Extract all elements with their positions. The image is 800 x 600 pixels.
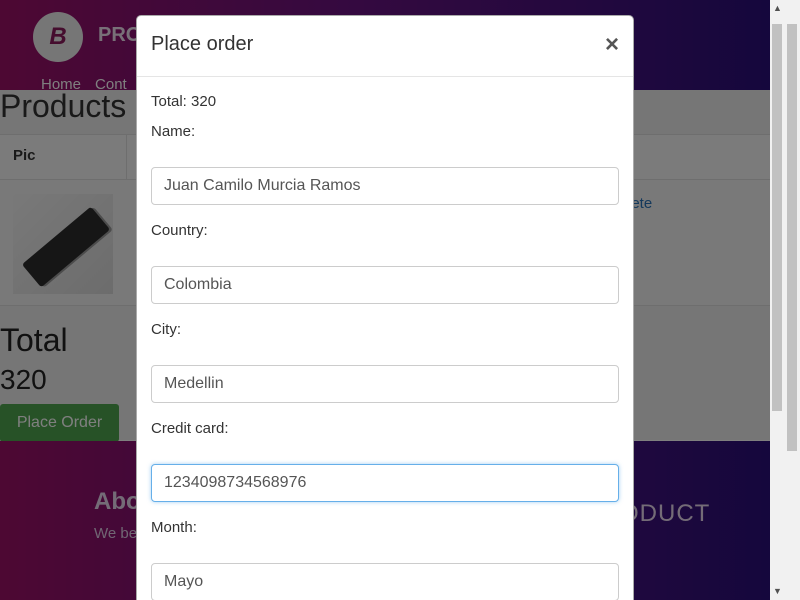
country-label: Country:	[151, 222, 208, 239]
scroll-up-arrow-icon[interactable]: ▲	[770, 0, 785, 17]
city-field[interactable]	[151, 365, 619, 403]
order-total-label: Total: 320	[151, 93, 217, 110]
city-label: City:	[151, 321, 181, 338]
close-icon[interactable]: ×	[605, 30, 619, 60]
name-label: Name:	[151, 123, 196, 140]
scroll-down-arrow-icon[interactable]: ▼	[770, 583, 785, 600]
country-field[interactable]	[151, 266, 619, 304]
scroll-thumb[interactable]	[772, 24, 782, 411]
outer-scroll-thumb[interactable]	[787, 24, 797, 451]
modal-title: Place order	[151, 33, 254, 55]
name-field[interactable]	[151, 167, 619, 205]
credit-card-field[interactable]	[151, 464, 619, 502]
month-label: Month:	[151, 519, 197, 536]
modal-header: Place order ×	[137, 16, 633, 77]
place-order-modal: Place order × Total: 320 Name: Country: …	[136, 15, 634, 600]
credit-card-label: Credit card:	[151, 420, 229, 437]
page-scrollbar[interactable]: ▲ ▼	[770, 0, 800, 600]
month-field[interactable]	[151, 563, 619, 600]
